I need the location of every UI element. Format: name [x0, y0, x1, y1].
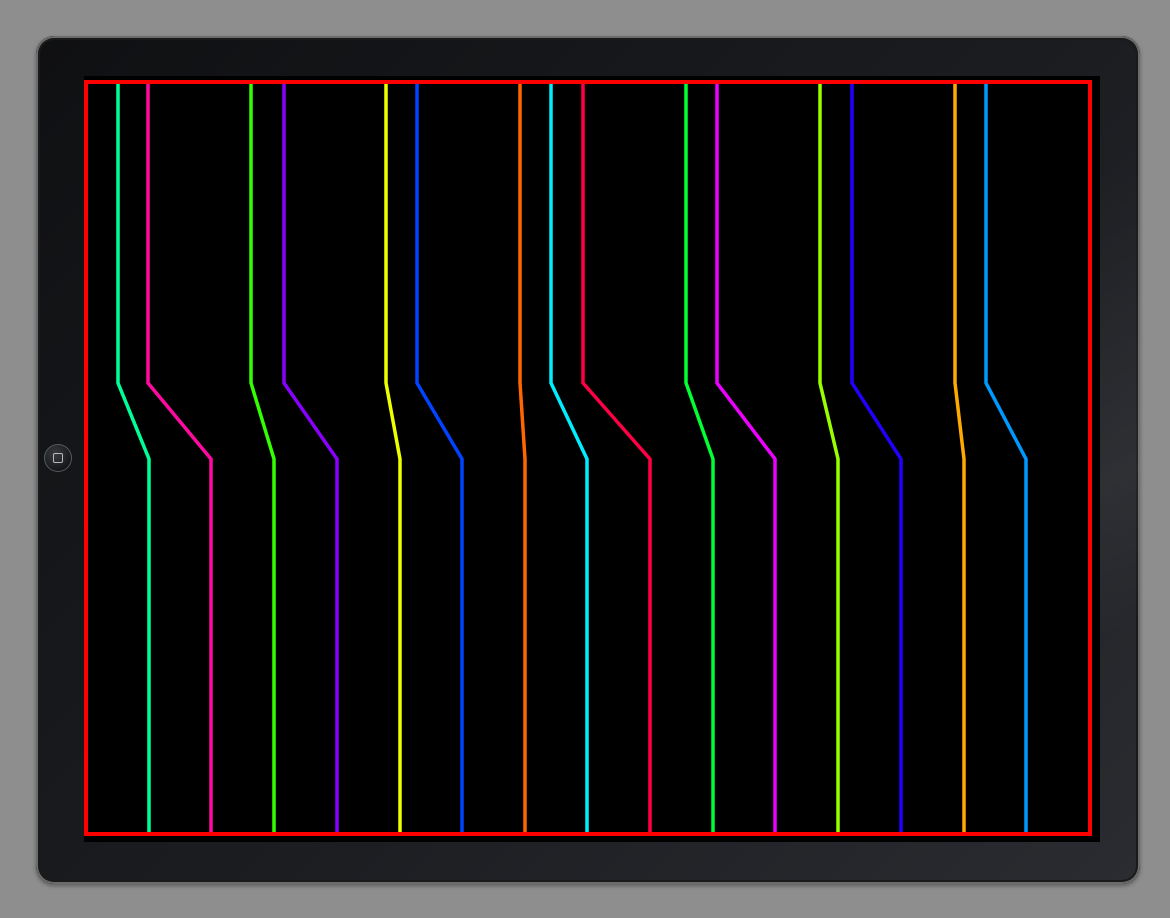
- color-line-7: [518, 84, 527, 833]
- color-line-10: [684, 84, 715, 833]
- color-line-5: [384, 84, 402, 833]
- color-line-3: [249, 84, 276, 833]
- tablet-frame: [36, 36, 1140, 884]
- home-button[interactable]: [44, 444, 72, 472]
- color-line-11: [715, 84, 777, 833]
- color-line-9: [581, 84, 652, 833]
- home-square-icon: [53, 453, 63, 463]
- color-line-6: [415, 84, 464, 833]
- color-line-12: [818, 84, 840, 833]
- stage: [0, 0, 1170, 918]
- color-line-2: [146, 84, 213, 833]
- screen[interactable]: [84, 76, 1100, 842]
- color-line-13: [850, 84, 903, 833]
- lines-canvas: [84, 80, 1092, 836]
- color-line-14: [953, 84, 966, 833]
- color-line-15: [984, 84, 1028, 833]
- color-line-4: [282, 84, 339, 833]
- color-line-1: [116, 84, 151, 833]
